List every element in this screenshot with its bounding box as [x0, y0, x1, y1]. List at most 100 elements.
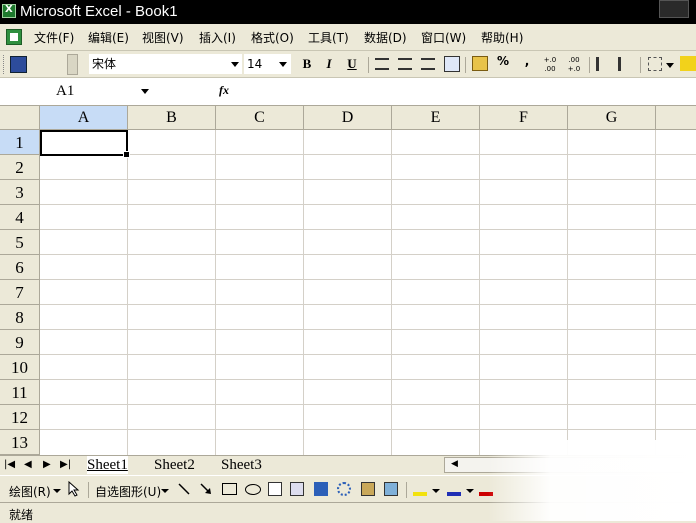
comma-style-button[interactable]: ,	[520, 54, 534, 74]
decrease-indent-icon[interactable]	[596, 57, 610, 71]
worksheet-grid[interactable]: A B C D E F G 1 2 3 4 5 6 7 8 9 10 11 12…	[0, 106, 696, 455]
next-sheet-icon[interactable]: ▶	[43, 459, 51, 470]
toolbar-options-button[interactable]	[67, 54, 78, 75]
chevron-down-icon[interactable]	[141, 89, 149, 94]
row-header-8[interactable]: 8	[0, 305, 40, 330]
row-header-1[interactable]: 1	[0, 130, 40, 155]
row-header-7[interactable]: 7	[0, 280, 40, 305]
row-header-11[interactable]: 11	[0, 380, 40, 405]
watermark-overlay	[488, 440, 696, 521]
prev-sheet-icon[interactable]: ◀	[24, 459, 32, 470]
increase-decimal-button[interactable]: +.0 .00	[539, 56, 561, 74]
chevron-down-icon[interactable]	[161, 489, 169, 493]
row-header-9[interactable]: 9	[0, 330, 40, 355]
merge-center-icon[interactable]	[444, 56, 460, 72]
column-header-c[interactable]: C	[216, 106, 304, 130]
row-header-4[interactable]: 4	[0, 205, 40, 230]
column-header-g[interactable]: G	[568, 106, 656, 130]
select-all-button[interactable]	[0, 106, 40, 130]
clip-art-icon[interactable]	[361, 482, 375, 496]
menu-edit[interactable]: 编辑(E)	[88, 29, 129, 46]
row-header-5[interactable]: 5	[0, 230, 40, 255]
column-header-b[interactable]: B	[128, 106, 216, 130]
decrease-decimal-button[interactable]: .00 +.0	[563, 56, 585, 74]
toolbar-separator	[88, 482, 89, 498]
formula-input[interactable]	[240, 81, 696, 101]
align-left-icon[interactable]	[375, 58, 389, 70]
chevron-down-icon[interactable]	[466, 489, 474, 493]
toolbar-separator	[640, 57, 641, 73]
gridline	[40, 354, 696, 355]
menu-window[interactable]: 窗口(W)	[421, 29, 466, 46]
align-right-icon[interactable]	[421, 58, 435, 70]
currency-icon[interactable]	[472, 56, 488, 71]
gridline	[40, 404, 696, 405]
column-header-f[interactable]: F	[480, 106, 568, 130]
save-icon[interactable]	[10, 56, 27, 73]
column-header-e[interactable]: E	[392, 106, 480, 130]
gridline	[40, 329, 696, 330]
chevron-down-icon[interactable]	[666, 63, 674, 68]
chevron-down-icon[interactable]	[432, 489, 440, 493]
text-box-icon[interactable]	[268, 482, 282, 496]
column-header-d[interactable]: D	[304, 106, 392, 130]
chevron-down-icon[interactable]	[53, 489, 61, 493]
increase-indent-icon[interactable]	[618, 57, 632, 71]
menu-format[interactable]: 格式(O)	[251, 29, 294, 46]
select-objects-icon[interactable]	[67, 480, 81, 497]
underline-button[interactable]: U	[345, 54, 359, 74]
toolbar-separator	[406, 482, 407, 498]
fill-color-icon[interactable]	[680, 56, 696, 71]
menu-tools[interactable]: 工具(T)	[308, 29, 349, 46]
gridline	[40, 179, 696, 180]
autoshapes-menu-button[interactable]: 自选图形(U)	[95, 483, 161, 500]
menu-view[interactable]: 视图(V)	[142, 29, 184, 46]
row-header-12[interactable]: 12	[0, 405, 40, 430]
vertical-text-box-icon[interactable]	[290, 482, 304, 496]
bold-button[interactable]: B	[300, 54, 314, 74]
menu-file[interactable]: 文件(F)	[34, 29, 74, 46]
minimize-button[interactable]	[659, 0, 689, 18]
row-header-2[interactable]: 2	[0, 155, 40, 180]
arrow-icon[interactable]	[199, 482, 213, 496]
insert-function-button[interactable]: fx	[219, 83, 229, 98]
name-box[interactable]: A1	[0, 80, 152, 102]
row-header-6[interactable]: 6	[0, 255, 40, 280]
diagram-icon[interactable]	[337, 482, 351, 496]
row-header-13[interactable]: 13	[0, 430, 40, 455]
sheet-tab-2[interactable]: Sheet2	[154, 456, 195, 474]
column-header-h[interactable]	[656, 106, 696, 130]
sheet-tab-3[interactable]: Sheet3	[221, 456, 262, 474]
draw-menu-button[interactable]: 绘图(R)	[9, 483, 51, 500]
row-header-10[interactable]: 10	[0, 355, 40, 380]
scroll-left-icon[interactable]: ◀	[451, 459, 458, 469]
row-header-3[interactable]: 3	[0, 180, 40, 205]
picture-icon[interactable]	[384, 482, 398, 496]
percent-button[interactable]: %	[496, 54, 510, 74]
active-cell-a1[interactable]	[40, 130, 130, 158]
align-center-icon[interactable]	[398, 58, 412, 70]
fill-color-icon[interactable]	[413, 482, 427, 496]
wordart-icon[interactable]	[314, 482, 328, 496]
toolbar-grip[interactable]	[3, 55, 7, 74]
line-color-icon[interactable]	[447, 482, 461, 496]
first-sheet-icon[interactable]: |◀	[4, 459, 15, 470]
rectangle-icon[interactable]	[222, 483, 237, 495]
last-sheet-icon[interactable]: ▶|	[60, 459, 71, 470]
gridline	[40, 279, 696, 280]
italic-button[interactable]: I	[322, 54, 336, 74]
font-size-combo[interactable]: 14	[244, 54, 291, 74]
menu-insert[interactable]: 插入(I)	[199, 29, 236, 46]
menu-data[interactable]: 数据(D)	[364, 29, 407, 46]
oval-icon[interactable]	[245, 484, 261, 495]
workbook-icon[interactable]	[6, 29, 22, 45]
menu-help[interactable]: 帮助(H)	[481, 29, 523, 46]
borders-icon[interactable]	[648, 57, 662, 71]
line-icon[interactable]	[177, 482, 191, 496]
font-name-combo[interactable]: 宋体	[89, 54, 242, 74]
formatting-toolbar: 宋体 14 B I U % , +.0 .00 .00 +.0	[0, 51, 696, 78]
column-header-a[interactable]: A	[40, 106, 128, 130]
sheet-tab-1[interactable]: Sheet1	[87, 456, 128, 474]
chevron-down-icon[interactable]	[279, 62, 287, 67]
chevron-down-icon[interactable]	[231, 62, 239, 67]
